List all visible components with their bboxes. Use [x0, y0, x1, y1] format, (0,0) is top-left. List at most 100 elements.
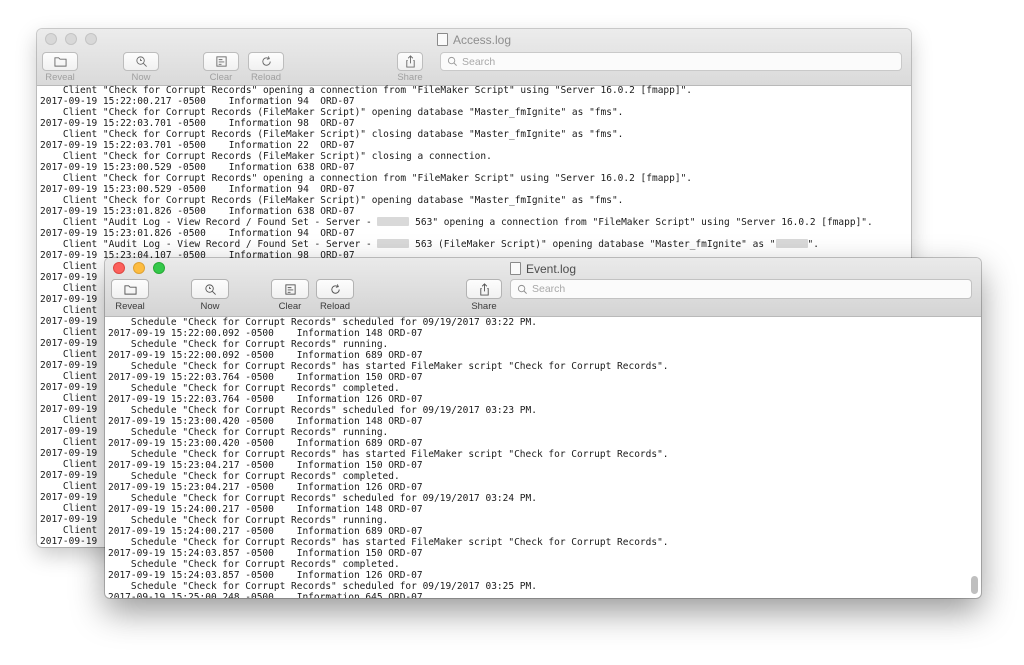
log-text: 2017-09-19 15:23:00.420 -0500 Informatio… [108, 438, 423, 449]
log-text: 2017-09-19 15:23:00.529 -0500 Informatio… [40, 162, 355, 173]
now-button[interactable] [123, 52, 159, 71]
log-line: 2017-09-19 15:23:04.217 -0500 Informatio… [108, 482, 981, 493]
log-text: ". [807, 239, 819, 250]
reload-button[interactable] [248, 52, 284, 71]
log-text: 2017-09-19 [40, 448, 98, 459]
search-field[interactable] [510, 279, 972, 299]
log-text: Client [40, 261, 98, 272]
log-text: 2017-09-19 15:22:03.764 -0500 Informatio… [108, 372, 423, 383]
log-line: 2017-09-19 15:23:00.529 -0500 Informatio… [40, 184, 911, 195]
log-text: Schedule "Check for Corrupt Records" run… [108, 339, 389, 350]
log-line: Client "Check for Corrupt Records (FileM… [40, 195, 911, 206]
magnifier-clock-icon [135, 56, 147, 67]
log-line: Client "Check for Corrupt Records (FileM… [40, 151, 911, 162]
share-button[interactable] [397, 52, 423, 71]
share-icon [405, 55, 415, 68]
log-text: 2017-09-19 [40, 360, 98, 371]
event-log-content[interactable]: Schedule "Check for Corrupt Records" sch… [105, 317, 981, 598]
log-line: 2017-09-19 15:22:03.764 -0500 Informatio… [108, 372, 981, 383]
log-text: 2017-09-19 [40, 294, 98, 305]
window-title: Access.log [37, 32, 911, 48]
log-line: 2017-09-19 15:23:00.420 -0500 Informatio… [108, 416, 981, 427]
log-text: Client "Check for Corrupt Records (FileM… [40, 129, 624, 140]
redacted-text [377, 217, 410, 226]
log-text: 2017-09-19 [40, 470, 98, 481]
log-text: 2017-09-19 15:23:04.217 -0500 Informatio… [108, 460, 423, 471]
log-text: Schedule "Check for Corrupt Records" com… [108, 383, 400, 394]
reload-icon [330, 283, 340, 294]
event-log-titlebar: Event.log Reveal Now Clear Reload Share [105, 258, 981, 317]
log-line: Client "Audit Log - View Record / Found … [40, 217, 911, 228]
reload-button[interactable] [316, 279, 354, 299]
log-text: 563 (FileMaker Script)" opening database… [409, 239, 776, 250]
log-text: 2017-09-19 [40, 382, 98, 393]
log-text: 2017-09-19 15:22:03.764 -0500 Informatio… [108, 394, 423, 405]
log-text: Schedule "Check for Corrupt Records" has… [108, 537, 669, 548]
log-text: Client "Audit Log - View Record / Found … [40, 217, 378, 228]
search-input[interactable] [462, 55, 876, 68]
log-line: 2017-09-19 15:23:01.826 -0500 Informatio… [40, 206, 911, 217]
event-log-window: Event.log Reveal Now Clear Reload Share … [105, 258, 981, 598]
log-text: Client [40, 283, 98, 294]
clear-button[interactable] [271, 279, 309, 299]
log-text: 2017-09-19 [40, 536, 98, 547]
share-button[interactable] [466, 279, 502, 299]
log-line: 2017-09-19 15:22:00.217 -0500 Informatio… [40, 96, 911, 107]
log-text: Schedule "Check for Corrupt Records" sch… [108, 493, 537, 504]
log-text: 2017-09-19 15:22:00.092 -0500 Informatio… [108, 328, 423, 339]
share-label: Share [471, 301, 497, 312]
now-label: Now [131, 72, 151, 83]
clear-button[interactable] [203, 52, 239, 71]
log-line: Schedule "Check for Corrupt Records" sch… [108, 317, 981, 328]
log-text: Client "Check for Corrupt Records (FileM… [40, 195, 624, 206]
log-text: Schedule "Check for Corrupt Records" has… [108, 449, 669, 460]
log-line: Schedule "Check for Corrupt Records" has… [108, 537, 981, 548]
log-line: 2017-09-19 15:22:03.764 -0500 Informatio… [108, 394, 981, 405]
reveal-label: Reveal [115, 301, 145, 312]
log-line: Schedule "Check for Corrupt Records" com… [108, 471, 981, 482]
document-icon [509, 262, 521, 275]
log-line: 2017-09-19 15:22:00.092 -0500 Informatio… [108, 328, 981, 339]
search-field[interactable] [440, 52, 902, 71]
log-text: 2017-09-19 15:23:00.529 -0500 Informatio… [40, 184, 355, 195]
log-text: 2017-09-19 [40, 492, 98, 503]
now-label: Now [200, 301, 220, 312]
log-line: Schedule "Check for Corrupt Records" run… [108, 515, 981, 526]
log-text: Client "Check for Corrupt Records" openi… [40, 173, 693, 184]
log-line: Schedule "Check for Corrupt Records" sch… [108, 581, 981, 592]
clear-log-icon [215, 56, 227, 67]
log-text: 2017-09-19 15:23:01.826 -0500 Informatio… [40, 206, 355, 217]
log-text: 2017-09-19 [40, 426, 98, 437]
access-log-titlebar: Access.log Reveal Now Clear Reload Share [37, 29, 911, 86]
log-text: Client [40, 305, 98, 316]
log-line: Client "Check for Corrupt Records (FileM… [40, 129, 911, 140]
log-line: 2017-09-19 15:23:01.826 -0500 Informatio… [40, 228, 911, 239]
log-text: 563" opening a connection from "FileMake… [409, 217, 873, 228]
log-line: Schedule "Check for Corrupt Records" run… [108, 339, 981, 350]
now-button[interactable] [191, 279, 229, 299]
log-line: 2017-09-19 15:22:00.092 -0500 Informatio… [108, 350, 981, 361]
log-line: 2017-09-19 15:24:03.857 -0500 Informatio… [108, 570, 981, 581]
log-line: Schedule "Check for Corrupt Records" run… [108, 427, 981, 438]
log-text: Client [40, 415, 98, 426]
clear-log-icon [284, 283, 296, 295]
reveal-button[interactable] [111, 279, 149, 299]
magnifier-clock-icon [204, 283, 216, 295]
log-text: 2017-09-19 15:23:00.420 -0500 Informatio… [108, 416, 423, 427]
vertical-scrollbar[interactable] [971, 576, 978, 594]
log-line: Schedule "Check for Corrupt Records" sch… [108, 405, 981, 416]
log-text: Client [40, 393, 98, 404]
log-text: 2017-09-19 [40, 316, 98, 327]
log-text: Client [40, 349, 98, 360]
log-text: Client [40, 437, 98, 448]
log-text: Client "Check for Corrupt Records (FileM… [40, 151, 492, 162]
log-line: Schedule "Check for Corrupt Records" has… [108, 361, 981, 372]
log-text: 2017-09-19 15:23:04.217 -0500 Informatio… [108, 482, 423, 493]
search-input[interactable] [532, 283, 946, 295]
log-line: Client "Audit Log - View Record / Found … [40, 239, 911, 250]
log-text: Client [40, 503, 98, 514]
reveal-button[interactable] [42, 52, 78, 71]
reload-label: Reload [250, 72, 282, 83]
log-line: 2017-09-19 15:22:03.701 -0500 Informatio… [40, 118, 911, 129]
log-line: 2017-09-19 15:23:00.529 -0500 Informatio… [40, 162, 911, 173]
